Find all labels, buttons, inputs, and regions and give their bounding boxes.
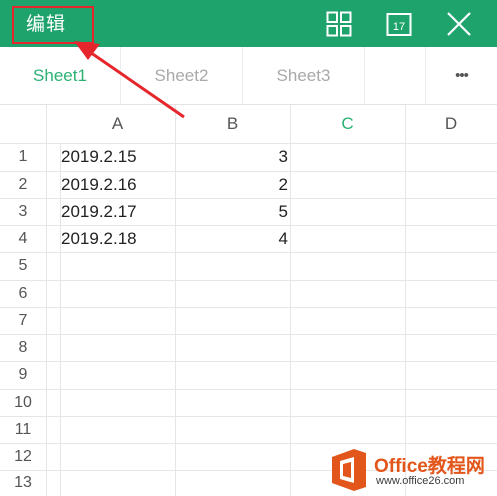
- grid-line: [0, 280, 497, 281]
- row-header[interactable]: 9: [0, 361, 46, 389]
- top-toolbar: 编辑 17: [0, 0, 497, 47]
- row-header[interactable]: 12: [0, 443, 46, 470]
- grid-line: [290, 105, 291, 496]
- close-icon[interactable]: [440, 0, 478, 47]
- column-header-c[interactable]: C: [290, 105, 405, 143]
- office-logo-icon: [332, 449, 366, 491]
- row-header[interactable]: 1: [0, 143, 46, 171]
- row-header[interactable]: 4: [0, 225, 46, 252]
- calendar-icon[interactable]: 17: [380, 0, 418, 47]
- row-header[interactable]: 7: [0, 307, 46, 334]
- tab-sheet2[interactable]: Sheet2: [121, 47, 242, 104]
- row-header[interactable]: 8: [0, 334, 46, 361]
- tab-sheet1[interactable]: Sheet1: [0, 47, 120, 104]
- spreadsheet-grid: A B C D 1 2 3 4 5 6 7 8 9 10 11 12 13 20…: [0, 105, 497, 496]
- calendar-day-text: 17: [393, 21, 405, 33]
- cell-a2[interactable]: 2019.2.16: [61, 171, 171, 198]
- watermark-url: www.office26.com: [376, 475, 465, 487]
- grid-line: [46, 105, 47, 496]
- grid-layout-icon[interactable]: [320, 0, 358, 47]
- grid-line: [405, 105, 406, 496]
- row-header[interactable]: 3: [0, 198, 46, 225]
- row-header[interactable]: 11: [0, 416, 46, 443]
- cell-a3[interactable]: 2019.2.17: [61, 198, 171, 225]
- sheet-tab-bar: Sheet1 Sheet2 Sheet3 •••: [0, 47, 497, 105]
- cell-b2[interactable]: 2: [176, 171, 288, 198]
- tab-sheet3[interactable]: Sheet3: [243, 47, 364, 104]
- grid-line: [0, 334, 497, 335]
- cell-a4[interactable]: 2019.2.18: [61, 225, 171, 252]
- cell-b3[interactable]: 5: [176, 198, 288, 225]
- column-header-d[interactable]: D: [405, 105, 497, 143]
- watermark-brand: Office教程网: [374, 456, 485, 477]
- grid-line: [0, 361, 497, 362]
- cell-b4[interactable]: 4: [176, 225, 288, 252]
- row-header[interactable]: 2: [0, 171, 46, 198]
- grid-line: [0, 252, 497, 253]
- grid-line: [0, 416, 497, 417]
- tab-divider: [364, 47, 365, 104]
- grid-line: [0, 307, 497, 308]
- cell-a1[interactable]: 2019.2.15: [61, 143, 171, 171]
- edit-highlight-box: [12, 6, 94, 44]
- column-header-b[interactable]: B: [175, 105, 290, 143]
- column-header-a[interactable]: A: [60, 105, 175, 143]
- row-header[interactable]: 5: [0, 252, 46, 280]
- more-tabs-button[interactable]: •••: [426, 47, 497, 104]
- cell-b1[interactable]: 3: [176, 143, 288, 171]
- row-header[interactable]: 10: [0, 389, 46, 416]
- grid-line: [0, 389, 497, 390]
- row-header[interactable]: 13: [0, 470, 46, 496]
- office-watermark-logo: Office教程网 www.office26.com: [328, 443, 497, 496]
- row-header[interactable]: 6: [0, 280, 46, 307]
